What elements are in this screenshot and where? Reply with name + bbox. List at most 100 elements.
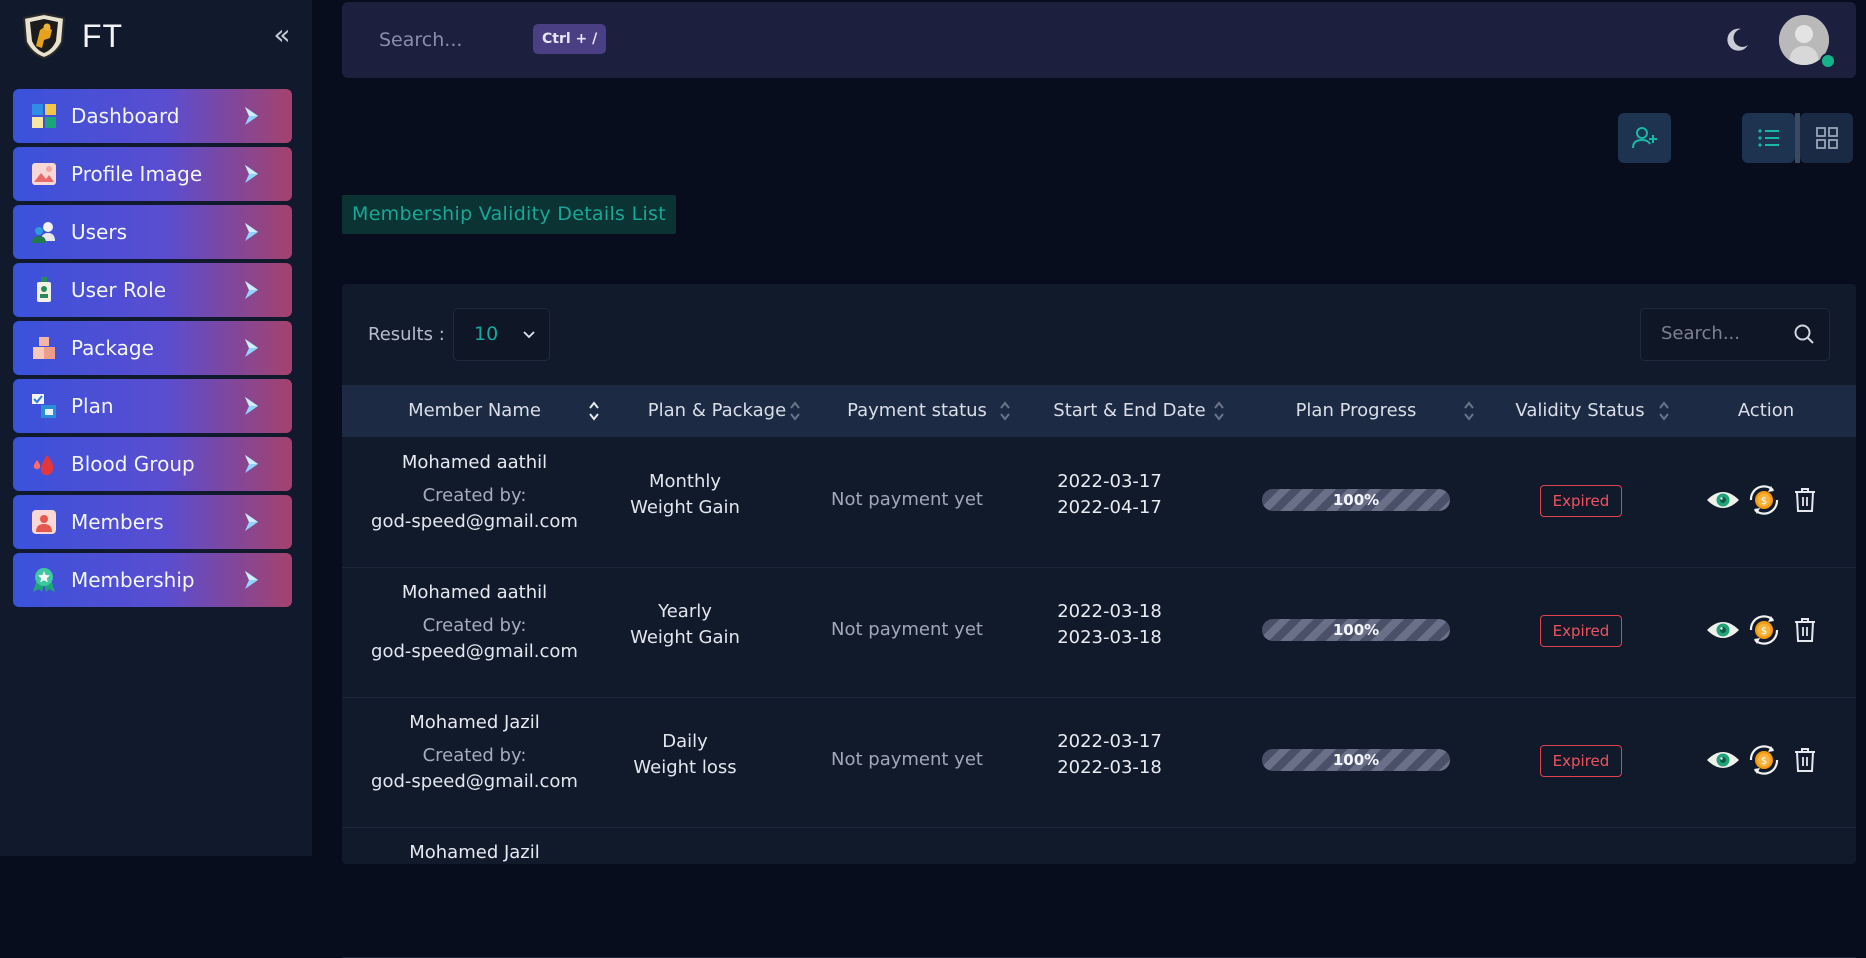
table-search-input[interactable]: Search...	[1640, 308, 1830, 361]
brand-name: FT	[82, 17, 124, 54]
sort-icon[interactable]	[788, 398, 802, 424]
chevron-right-icon	[245, 281, 258, 299]
end-date: 2023-03-18	[1057, 627, 1162, 648]
validity-status-badge: Expired	[1540, 615, 1622, 647]
column-header-start-end-date[interactable]: Start & End Date	[1037, 385, 1222, 437]
plan-package-cell: Yearly Weight Gain	[585, 599, 785, 651]
sort-icon[interactable]	[1212, 398, 1226, 424]
image-icon	[31, 161, 57, 187]
validity-status-badge: Expired	[1540, 485, 1622, 517]
member-name: Mohamed Jazil	[409, 712, 540, 733]
chevron-right-icon	[245, 455, 258, 473]
plan-progress-bar: 100%	[1262, 619, 1450, 641]
brand[interactable]: FT	[20, 12, 123, 60]
sidebar-item-profile-image[interactable]: Profile Image	[13, 147, 292, 201]
table-row: Mohamed Jazil Created by: god-speed@gmai…	[342, 697, 1856, 828]
plan-progress-value: 100%	[1332, 621, 1380, 639]
chevron-right-icon	[245, 107, 258, 125]
column-header-plan-package[interactable]: Plan & Package	[632, 385, 802, 437]
renew-payment-button[interactable]: $	[1747, 483, 1781, 517]
delete-button[interactable]	[1788, 743, 1822, 777]
created-by-email: god-speed@gmail.com	[371, 641, 578, 662]
date-range-cell: 2022-03-17 2022-04-17	[1002, 469, 1217, 521]
table-header: Member Name Plan & Package Payment statu…	[342, 385, 1856, 437]
delete-button[interactable]	[1788, 613, 1822, 647]
sidebar-item-label: Profile Image	[71, 162, 203, 186]
member-name: Mohamed Jazil	[409, 842, 540, 863]
svg-text:$: $	[1761, 756, 1767, 767]
view-button[interactable]	[1706, 483, 1740, 517]
dark-mode-toggle-icon[interactable]	[1723, 26, 1751, 54]
created-by-label: Created by:	[422, 485, 527, 506]
created-by-email: god-speed@gmail.com	[371, 511, 578, 532]
global-search-input[interactable]	[377, 28, 521, 52]
member-name-cell: Mohamed Jazil	[342, 840, 607, 866]
delete-button[interactable]	[1788, 483, 1822, 517]
sidebar-item-label: Plan	[71, 394, 114, 418]
sidebar-item-user-role[interactable]: User Role	[13, 263, 292, 317]
date-range-cell: 2022-03-18 2023-03-18	[1002, 599, 1217, 651]
renew-coin-icon: $	[1749, 485, 1779, 515]
end-date: 2022-03-18	[1057, 757, 1162, 778]
add-member-button[interactable]	[1618, 113, 1671, 163]
column-header-validity-status[interactable]: Validity Status	[1505, 385, 1655, 437]
chevron-right-icon	[245, 513, 258, 531]
sidebar-item-members[interactable]: Members	[13, 495, 292, 549]
membership-table-card: Results : 10 Search... Member Name Plan …	[342, 284, 1856, 958]
column-header-payment-status[interactable]: Payment status	[832, 385, 1002, 437]
chevron-right-icon	[245, 165, 258, 183]
online-status-dot	[1820, 53, 1836, 69]
users-icon	[31, 219, 57, 245]
renew-payment-button[interactable]: $	[1747, 613, 1781, 647]
table-row: Mohamed aathil Created by: god-speed@gma…	[342, 567, 1856, 698]
sidebar-item-dashboard[interactable]: Dashboard	[13, 89, 292, 143]
table-row: Mohamed Jazil	[342, 827, 1856, 958]
brand-logo-icon	[22, 12, 66, 60]
plan-name: Yearly	[658, 601, 712, 622]
sort-icon[interactable]	[587, 398, 601, 424]
collapse-sidebar-icon[interactable]: «	[268, 21, 296, 50]
plan-package-cell: Daily Weight loss	[585, 729, 785, 781]
view-button[interactable]	[1706, 743, 1740, 777]
sort-icon[interactable]	[1462, 398, 1476, 424]
member-name: Mohamed aathil	[401, 452, 548, 473]
package-name: Weight Gain	[630, 497, 740, 518]
chevron-right-icon	[245, 397, 258, 415]
results-per-page-select[interactable]: 10	[453, 308, 550, 361]
grid-icon	[1815, 127, 1838, 149]
sidebar-item-membership[interactable]: Membership	[13, 553, 292, 607]
badge-icon	[31, 277, 57, 303]
sidebar-menu: Dashboard Profile Image Users User Role	[13, 89, 292, 611]
plan-progress-bar: 100%	[1262, 749, 1450, 771]
view-button[interactable]	[1706, 613, 1740, 647]
list-view-button[interactable]	[1742, 113, 1795, 163]
sidebar-item-label: Blood Group	[71, 452, 195, 476]
start-date: 2022-03-18	[1057, 601, 1162, 622]
eye-icon	[1707, 752, 1739, 768]
date-range-cell: 2022-03-17 2022-03-18	[1002, 729, 1217, 781]
renew-payment-button[interactable]: $	[1747, 743, 1781, 777]
column-header-member-name[interactable]: Member Name	[342, 385, 607, 437]
dashboard-icon	[31, 103, 57, 129]
sort-icon[interactable]	[1657, 398, 1671, 424]
sidebar-item-label: Users	[71, 220, 128, 244]
sidebar-item-plan[interactable]: Plan	[13, 379, 292, 433]
package-icon	[31, 335, 57, 361]
svg-text:$: $	[1761, 496, 1767, 507]
search-icon[interactable]	[1793, 323, 1815, 345]
svg-text:$: $	[1761, 626, 1767, 637]
validity-status-badge: Expired	[1540, 745, 1622, 777]
column-header-plan-progress[interactable]: Plan Progress	[1262, 385, 1450, 437]
chevron-right-icon	[245, 223, 258, 241]
sidebar-item-users[interactable]: Users	[13, 205, 292, 259]
table-row: Mohamed aathil Created by: god-speed@gma…	[342, 437, 1856, 568]
plan-progress-value: 100%	[1332, 751, 1380, 769]
sidebar-item-label: User Role	[71, 278, 167, 302]
sidebar-item-package[interactable]: Package	[13, 321, 292, 375]
plan-name: Monthly	[648, 471, 722, 492]
payment-status: Not payment yet	[831, 619, 983, 640]
grid-view-button[interactable]	[1800, 113, 1853, 163]
sort-icon[interactable]	[998, 398, 1012, 424]
sidebar-item-blood-group[interactable]: Blood Group	[13, 437, 292, 491]
member-name-cell: Mohamed aathil Created by: god-speed@gma…	[342, 580, 607, 665]
